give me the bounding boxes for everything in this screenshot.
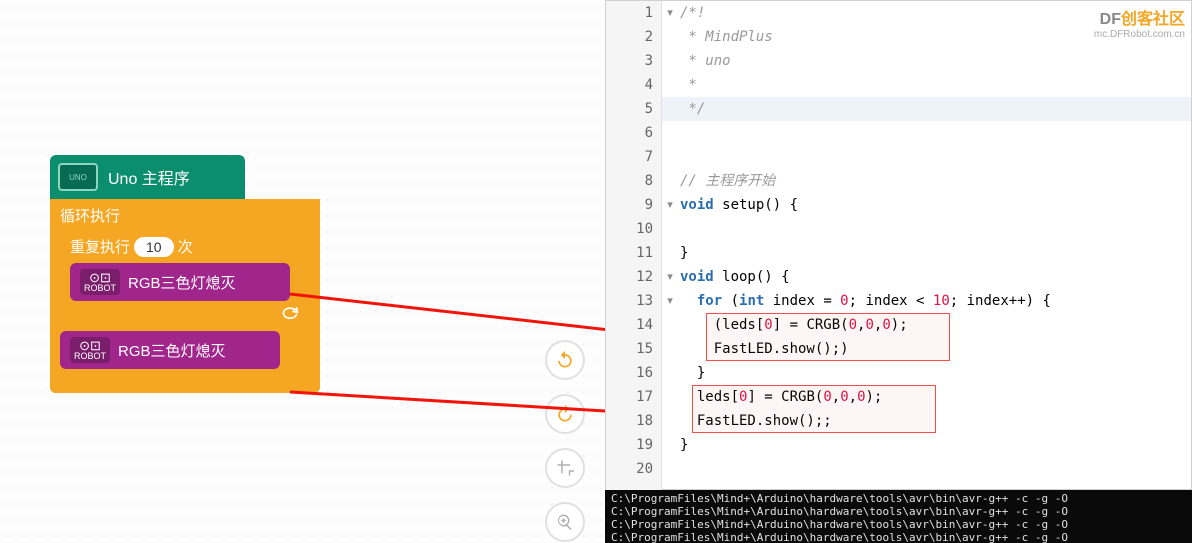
rgb-block-label: RGB三色灯熄灭 [118, 340, 226, 361]
console-output[interactable]: C:\ProgramFiles\Mind+\Arduino\hardware\t… [605, 490, 1192, 543]
code-line[interactable]: * MindPlus [680, 25, 1051, 49]
watermark: DF创客社区 mc.DFRobot.com.cn [1094, 5, 1185, 40]
loop-label: 循环执行 [50, 205, 320, 230]
uno-main-block[interactable]: UNO Uno 主程序 [50, 155, 245, 199]
code-line[interactable] [680, 457, 1051, 481]
code-line[interactable]: void setup() { [680, 193, 1051, 217]
code-line[interactable]: } [680, 433, 1051, 457]
code-line[interactable]: // 主程序开始 [680, 169, 1051, 193]
blocks-canvas[interactable]: UNO Uno 主程序 循环执行 重复执行 10 次 ⊙⊡ ROBOT RGB三… [0, 0, 605, 543]
repeat-label: 重复执行 [70, 236, 130, 257]
robot-icon: ⊙⊡ ROBOT [70, 337, 110, 363]
uno-board-icon: UNO [58, 163, 98, 191]
repeat-block[interactable]: 重复执行 10 次 ⊙⊡ ROBOT RGB三色灯熄灭 [60, 230, 310, 325]
code-line[interactable]: * uno [680, 49, 1051, 73]
zoom-button[interactable] [545, 502, 585, 542]
code-highlight-box-1 [706, 313, 950, 361]
loop-arrow-icon [60, 305, 310, 325]
block-stack[interactable]: UNO Uno 主程序 循环执行 重复执行 10 次 ⊙⊡ ROBOT RGB三… [50, 155, 320, 393]
uno-block-label: Uno 主程序 [108, 165, 190, 189]
rgb-block-label: RGB三色灯熄灭 [128, 272, 236, 293]
repeat-suffix: 次 [178, 236, 193, 257]
repeat-count[interactable]: 10 [134, 237, 174, 257]
code-line[interactable]: void loop() { [680, 265, 1051, 289]
code-editor[interactable]: DF创客社区 mc.DFRobot.com.cn 123456789101112… [605, 0, 1192, 490]
rgb-off-block-1[interactable]: ⊙⊡ ROBOT RGB三色灯熄灭 [70, 263, 290, 301]
redo-button[interactable] [545, 394, 585, 434]
code-line[interactable]: /*! [680, 1, 1051, 25]
rgb-off-block-2[interactable]: ⊙⊡ ROBOT RGB三色灯熄灭 [60, 331, 280, 369]
code-line[interactable] [680, 145, 1051, 169]
robot-icon: ⊙⊡ ROBOT [80, 269, 120, 295]
line-gutter: 1234567891011121314151617181920 [606, 1, 662, 491]
code-line[interactable]: } [680, 241, 1051, 265]
crop-button[interactable] [545, 448, 585, 488]
code-line[interactable] [680, 121, 1051, 145]
code-line[interactable]: for (int index = 0; index < 10; index++)… [680, 289, 1051, 313]
code-line[interactable]: */ [680, 97, 1051, 121]
code-line[interactable]: } [680, 361, 1051, 385]
code-highlight-box-2 [692, 385, 936, 433]
forever-loop-block[interactable]: 循环执行 重复执行 10 次 ⊙⊡ ROBOT RGB三色灯熄灭 [50, 199, 320, 393]
undo-button[interactable] [545, 340, 585, 380]
code-line[interactable]: * [680, 73, 1051, 97]
code-line[interactable] [680, 217, 1051, 241]
